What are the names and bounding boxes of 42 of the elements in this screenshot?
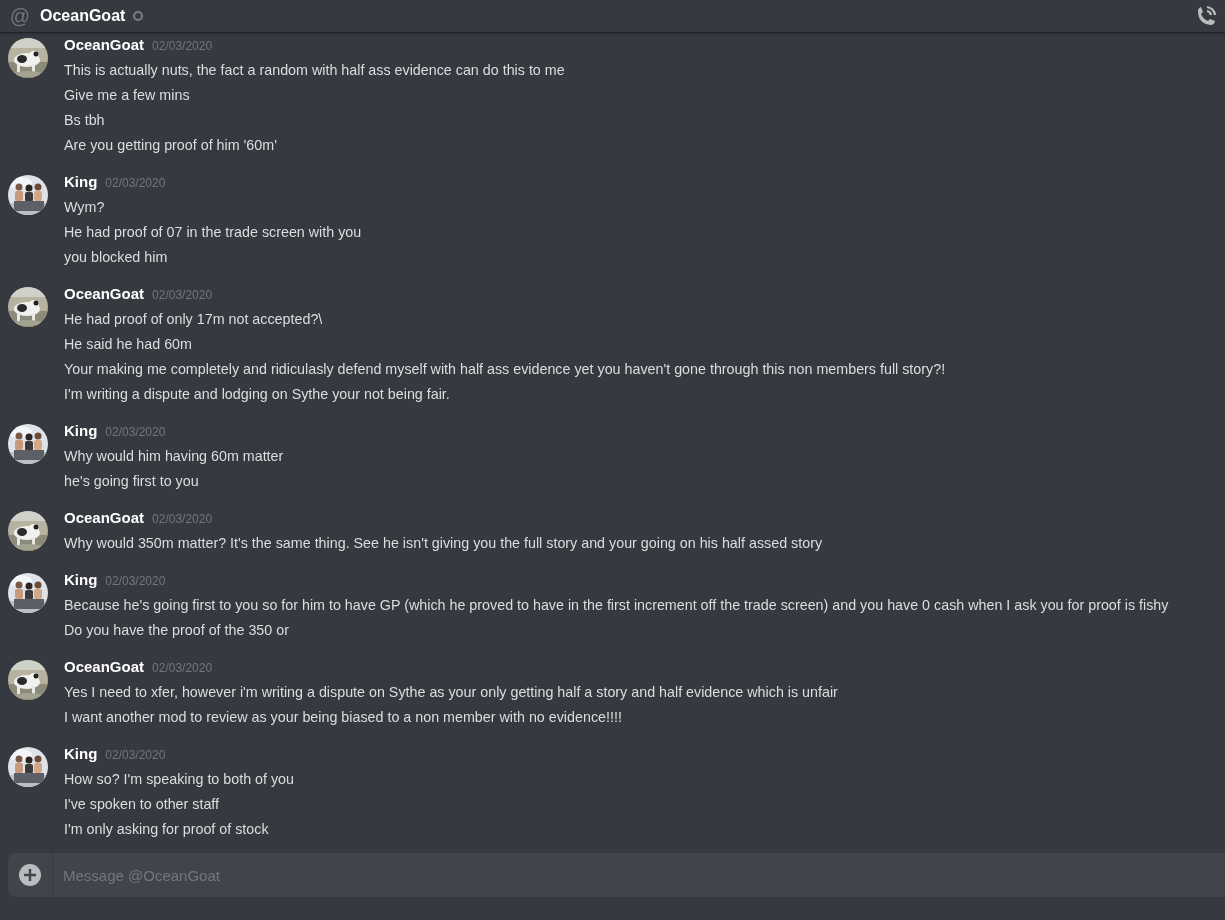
message-text: Wym? <box>64 198 106 217</box>
timestamp: 02/03/2020 <box>105 176 166 190</box>
message-text: He said he had 60m <box>64 335 193 354</box>
message-text: Do you have the proof of the 350 or <box>64 621 290 640</box>
author-name[interactable]: King <box>64 745 98 762</box>
message-text: I'm writing a dispute and lodging on Sythe your not being fair. <box>64 385 451 404</box>
timestamp: 02/03/2020 <box>152 661 213 675</box>
message-text: I've spoken to other staff <box>64 795 221 814</box>
author-name[interactable]: OceanGoat <box>64 36 145 53</box>
message-text: How so? I'm speaking to both of you <box>64 770 295 789</box>
channel-title: OceanGoat <box>40 7 126 25</box>
at-symbol: @ <box>8 4 32 28</box>
timestamp: 02/03/2020 <box>105 425 166 439</box>
message-text: you blocked him <box>64 248 169 267</box>
upload-button[interactable] <box>8 853 53 897</box>
phone-call-icon[interactable] <box>1195 5 1217 27</box>
message-text: I'm only asking for proof of stock <box>64 820 270 839</box>
message-text: Why would 350m matter? It's the same thing. See he isn't giving you the full story and your going on his half assed story <box>64 534 823 553</box>
author-name[interactable]: King <box>64 173 98 190</box>
timestamp: 02/03/2020 <box>105 748 166 762</box>
timestamp: 02/03/2020 <box>152 288 213 302</box>
author-name[interactable]: King <box>64 422 98 439</box>
message-text: Yes I need to xfer, however i'm writing a dispute on Sythe as your only getting half a story and half evidence which is unfair <box>64 683 838 702</box>
message-text: Because he's going first to you so for him to have GP (which he proved to have in the first increment off the trade screen) and you have 0 cash when I ask you for proof is fishy <box>64 596 1169 615</box>
message-text: Your making me completely and ridiculasly defend myself with half ass evidence yet you haven't gone through this non members full story?! <box>64 360 946 379</box>
message-text: Give me a few mins <box>64 86 191 105</box>
author-name[interactable]: OceanGoat <box>64 509 145 526</box>
plus-icon <box>19 864 41 886</box>
author-name[interactable]: King <box>64 571 98 588</box>
message-text: he's going first to you <box>64 472 200 491</box>
timestamp: 02/03/2020 <box>152 512 213 526</box>
message-text: Bs tbh <box>64 111 106 130</box>
message-text: He had proof of only 17m not accepted?\ <box>64 310 324 329</box>
timestamp: 02/03/2020 <box>105 574 166 588</box>
timestamp: 02/03/2020 <box>152 39 213 53</box>
message-text: Why would him having 60m matter <box>64 447 284 466</box>
message-text: He had proof of 07 in the trade screen with you <box>64 223 362 242</box>
author-name[interactable]: OceanGoat <box>64 658 145 675</box>
message-text: I want another mod to review as your being biased to a non member with no evidence!!!! <box>64 708 623 727</box>
message-text: Are you getting proof of him '60m' <box>64 136 278 155</box>
message-text: This is actually nuts, the fact a random with half ass evidence can do this to me <box>64 61 565 80</box>
author-name[interactable]: OceanGoat <box>64 285 145 302</box>
